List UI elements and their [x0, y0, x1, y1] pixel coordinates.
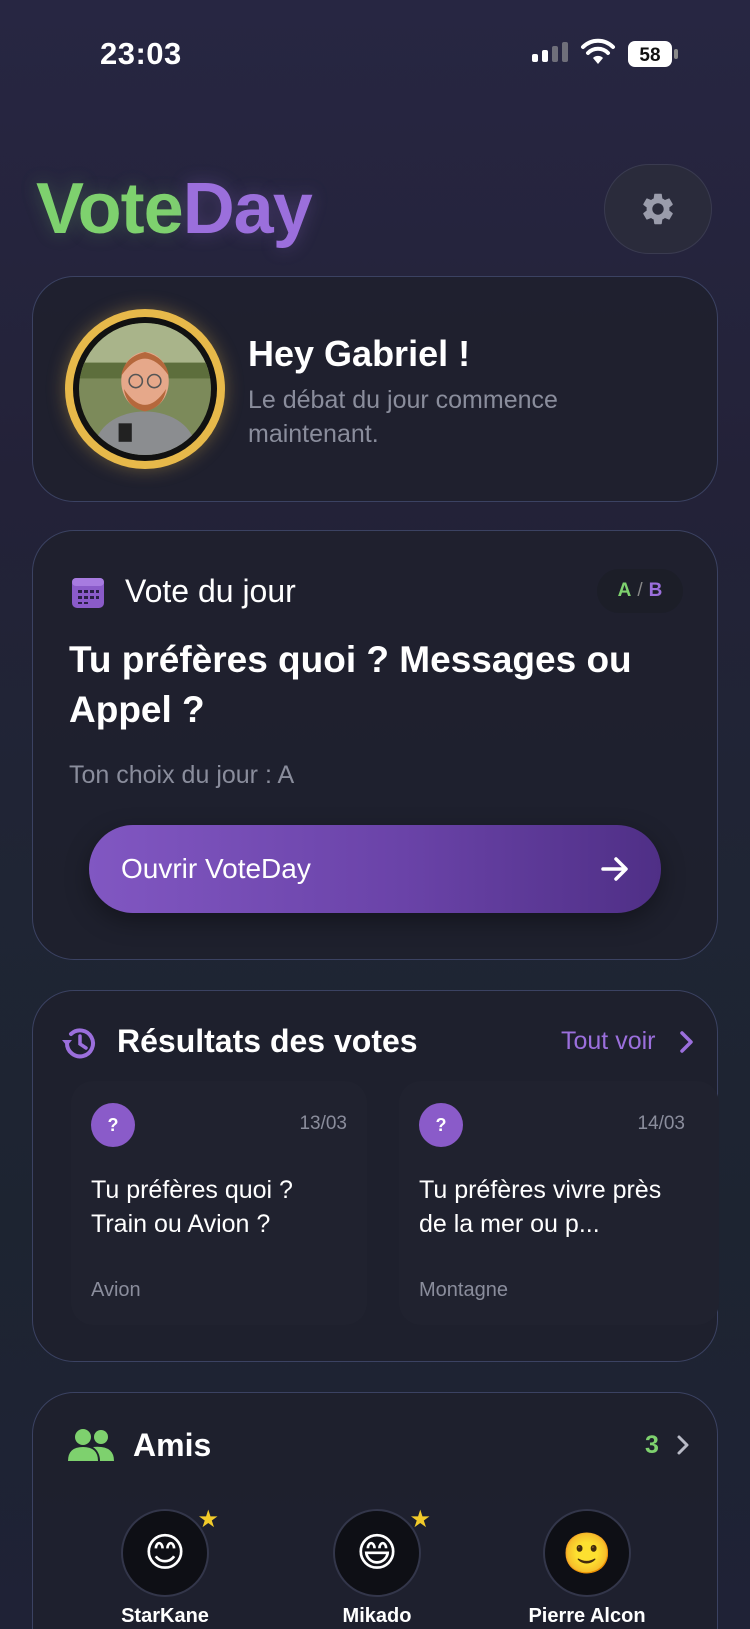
- star-icon: ★: [197, 1506, 219, 1533]
- question-badge: ?: [419, 1103, 463, 1147]
- chevron-right-icon[interactable]: [673, 1433, 693, 1457]
- daily-vote-label: Vote du jour: [125, 573, 296, 609]
- settings-button[interactable]: [604, 164, 712, 254]
- app-logo: VoteDay: [36, 168, 313, 250]
- avatar[interactable]: [65, 309, 225, 469]
- friends-card: Amis 3 😊 ★ StarKane 😄 ★ Mikado 🙂 Pierre …: [32, 1392, 718, 1629]
- status-bar: 23:03 58: [0, 0, 750, 110]
- greeting-subtitle: Le débat du jour commence maintenant.: [248, 386, 558, 448]
- friend-avatar: 😄 ★: [333, 1506, 431, 1597]
- wifi-icon: [581, 38, 615, 64]
- friend-avatar: 😊 ★: [121, 1506, 219, 1597]
- friends-title: Amis: [133, 1427, 212, 1463]
- friend-item[interactable]: 🙂 Pierre Alcon: [497, 1509, 677, 1628]
- friend-item[interactable]: 😄 ★ Mikado: [287, 1506, 467, 1628]
- friends-icon: [68, 1429, 114, 1461]
- see-all-link[interactable]: Tout voir: [561, 1027, 655, 1056]
- friend-emoji: 😊: [144, 1531, 186, 1575]
- friend-name: StarKane: [121, 1605, 209, 1627]
- chevron-right-icon[interactable]: [675, 1029, 697, 1055]
- gear-icon: [643, 193, 673, 225]
- status-time: 23:03: [100, 36, 182, 71]
- result-question: Tu préfères quoi ? Train ou Avion ?: [91, 1176, 293, 1238]
- daily-question: Tu préfères quoi ? Messages ou Appel ?: [69, 639, 632, 730]
- star-icon: ★: [409, 1506, 431, 1533]
- friend-item[interactable]: 😊 ★ StarKane: [75, 1506, 255, 1628]
- result-item[interactable]: ? 14/03 Tu préfères vivre près de la mer…: [399, 1081, 719, 1325]
- result-item[interactable]: ? 13/03 Tu préfères quoi ? Train ou Avio…: [71, 1081, 367, 1325]
- svg-text:58: 58: [639, 45, 660, 66]
- badge-b: B: [648, 580, 663, 601]
- result-answer: Montagne: [419, 1279, 508, 1301]
- friend-avatar: 🙂: [543, 1509, 631, 1597]
- greeting-title: Hey Gabriel !: [248, 333, 471, 374]
- friends-count[interactable]: 3: [645, 1431, 659, 1460]
- daily-vote-card: Vote du jour A / B Tu préfères quoi ? Mess…: [32, 530, 718, 960]
- friend-name: Pierre Alcon: [528, 1605, 646, 1627]
- signal-icon: [532, 42, 568, 62]
- result-answer: Avion: [91, 1279, 141, 1301]
- history-icon: [62, 1028, 95, 1059]
- friend-emoji: 🙂: [562, 1531, 612, 1576]
- friend-name: Mikado: [342, 1605, 412, 1627]
- open-voteday-label: Ouvrir VoteDay: [121, 853, 311, 884]
- results-card: Résultats des votes Tout voir ? 13/03 Tu…: [32, 990, 719, 1362]
- greeting-card: Hey Gabriel ! Le débat du jour commence …: [32, 276, 718, 502]
- result-date: 14/03: [637, 1113, 685, 1134]
- badge-a: A: [617, 580, 632, 601]
- logo-day: Day: [182, 169, 313, 249]
- friend-emoji: 😄: [356, 1531, 398, 1575]
- question-badge: ?: [91, 1103, 135, 1147]
- ab-badge: A / B: [597, 569, 683, 613]
- open-voteday-button[interactable]: Ouvrir VoteDay: [89, 825, 661, 913]
- daily-choice: Ton choix du jour : A: [69, 761, 295, 789]
- battery-icon: 58: [628, 41, 678, 67]
- avatar-photo: [79, 323, 211, 455]
- results-title: Résultats des votes: [117, 1023, 418, 1059]
- result-date: 13/03: [299, 1113, 347, 1134]
- arrow-right-icon: [601, 857, 628, 881]
- calendar-icon: [72, 578, 104, 608]
- result-question: Tu préfères vivre près de la mer ou p...: [419, 1176, 662, 1238]
- badge-sep: /: [637, 580, 643, 601]
- logo-vote: Vote: [36, 169, 184, 249]
